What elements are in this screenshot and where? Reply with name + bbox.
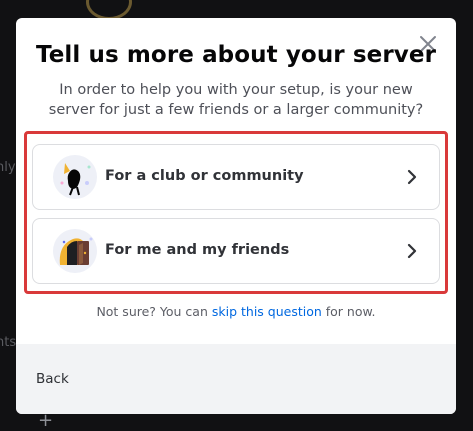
not-sure-prefix: Not sure? You can (96, 304, 212, 319)
modal-footer: Back (16, 344, 456, 414)
option-label: For a club or community (105, 168, 304, 184)
skip-question-link[interactable]: skip this question (212, 304, 322, 319)
chevron-right-icon (405, 167, 419, 187)
club-community-illustration (51, 153, 99, 201)
not-sure-text: Not sure? You can skip this question for… (16, 304, 456, 319)
option-label: For me and my friends (105, 242, 290, 258)
background-text-fragment: nly (0, 160, 16, 175)
back-button[interactable]: Back (36, 371, 69, 387)
chevron-right-icon (405, 241, 419, 261)
create-server-modal: Tell us more about your server In order … (16, 18, 456, 414)
friends-illustration (51, 227, 99, 275)
not-sure-suffix: for now. (321, 304, 376, 319)
background-text-fragment: nts (0, 335, 17, 350)
option-me-and-friends[interactable]: For me and my friends (32, 218, 440, 284)
modal-title: Tell us more about your server (35, 42, 437, 68)
modal-subtitle: In order to help you with your setup, is… (48, 82, 424, 118)
background-server-icon (86, 0, 132, 20)
option-club-community[interactable]: For a club or community (32, 144, 440, 210)
